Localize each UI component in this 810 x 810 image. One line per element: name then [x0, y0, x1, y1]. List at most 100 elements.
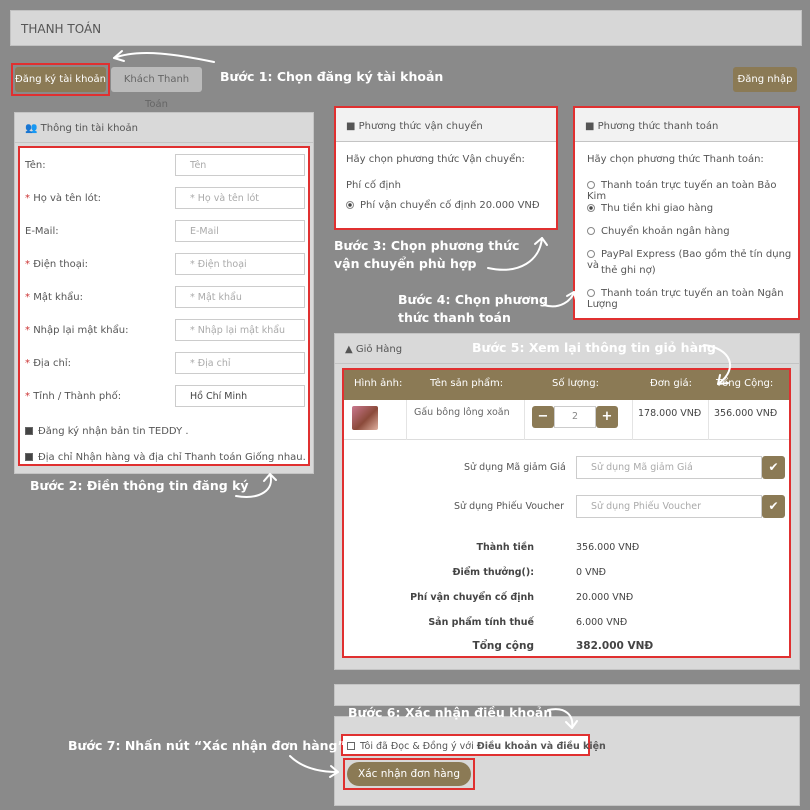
- field-input[interactable]: * Địa chỉ: [175, 352, 305, 374]
- col-total: Tổng Cộng:: [716, 378, 774, 389]
- annotation-step2: Bước 2: Điền thông tin đăng ký: [30, 478, 249, 493]
- coupon-apply-check-icon[interactable]: ✔: [762, 456, 785, 479]
- col-price: Đơn giá:: [650, 378, 693, 389]
- qty-input[interactable]: 2: [554, 406, 596, 428]
- required-marker: *: [25, 325, 34, 336]
- annotation-step4-line1: Bước 4: Chọn phương: [398, 292, 548, 307]
- cart-icon: ▲: [345, 344, 353, 355]
- product-name[interactable]: Gấu bông lông xoăn: [414, 407, 510, 418]
- table-row: Gấu bông lông xoăn − 2 + 178.000 VNĐ 356…: [344, 400, 789, 440]
- field-input[interactable]: * Nhập lại mật khẩu: [175, 319, 305, 341]
- tab-register[interactable]: Đăng ký tài khoản: [15, 67, 106, 92]
- summary-value: 0 VNĐ: [576, 567, 607, 578]
- field-label-text: Nhập lại mật khẩu:: [33, 325, 129, 336]
- coupon-label: Sử dụng Mã giảm Giá: [464, 462, 566, 473]
- field-input[interactable]: E-Mail: [175, 220, 305, 242]
- newsletter-label: Đăng ký nhận bản tin TEDDY .: [38, 426, 189, 437]
- arrowhead-step2: [263, 473, 277, 482]
- shipping-panel: ■ Phương thức vận chuyển Hãy chọn phương…: [334, 106, 558, 230]
- col-name: Tên sản phẩm:: [430, 378, 504, 389]
- field-label: * Nhập lại mật khẩu:: [25, 325, 128, 336]
- arrowhead-step1: [113, 50, 125, 62]
- voucher-input[interactable]: Sử dụng Phiếu Voucher: [576, 495, 762, 518]
- cart-content: Hình ảnh: Tên sản phẩm: Số lượng: Đơn gi…: [342, 368, 791, 658]
- payment-radio[interactable]: [587, 250, 595, 258]
- grand-total-label: Tổng cộng: [472, 640, 534, 652]
- field-label-text: Tên:: [25, 160, 46, 171]
- terms-row[interactable]: Tôi đã Đọc & Đồng ý với Điều khoản và đi…: [341, 734, 606, 756]
- field-label-text: Họ và tên lót:: [33, 193, 102, 204]
- payment-radio[interactable]: [587, 204, 595, 212]
- field-input[interactable]: * Mật khẩu: [175, 286, 305, 308]
- terms-checkbox[interactable]: [347, 742, 355, 750]
- required-marker: *: [25, 391, 34, 402]
- product-price: 178.000 VNĐ: [638, 408, 702, 419]
- shipping-option-fixed[interactable]: Phí vận chuyển cố định 20.000 VNĐ: [346, 200, 540, 211]
- users-icon: 👥: [25, 123, 38, 134]
- arrowhead-step3: [534, 237, 548, 246]
- annotation-step4-line2: thức thanh toán: [398, 310, 511, 325]
- qty-decrease-button[interactable]: −: [532, 406, 554, 428]
- payment-option-label: Thu tiền khi giao hàng: [601, 203, 714, 214]
- summary-label: Điểm thưởng():: [452, 567, 534, 578]
- shipping-panel-title: Phương thức vận chuyển: [358, 121, 483, 132]
- payment-option[interactable]: Thanh toán trực tuyến an toàn Ngân Lượng: [587, 288, 798, 310]
- confirm-order-button[interactable]: Xác nhận đơn hàng: [347, 762, 471, 786]
- summary-value: 20.000 VNĐ: [576, 592, 634, 603]
- coupon-input[interactable]: Sử dụng Mã giảm Giá: [576, 456, 762, 479]
- payment-option[interactable]: Chuyển khoản ngân hàng: [587, 226, 730, 237]
- summary-value: 356.000 VNĐ: [576, 542, 640, 553]
- grand-total-value: 382.000 VNĐ: [576, 640, 654, 652]
- field-input[interactable]: Hồ Chí Minh: [175, 385, 305, 407]
- required-marker: *: [25, 193, 34, 204]
- required-marker: *: [25, 358, 34, 369]
- cell-divider: [524, 400, 525, 440]
- qty-increase-button[interactable]: +: [596, 406, 618, 428]
- field-label: * Họ và tên lót:: [25, 193, 101, 204]
- same-address-checkbox-row[interactable]: Địa chỉ Nhận hàng và địa chỉ Thanh toán …: [25, 452, 306, 463]
- summary-value: 6.000 VNĐ: [576, 617, 628, 628]
- voucher-apply-check-icon[interactable]: ✔: [762, 495, 785, 518]
- field-input[interactable]: * Điện thoại: [175, 253, 305, 275]
- tab-guest-checkout[interactable]: Khách Thanh Toán: [111, 67, 202, 110]
- cart-panel-title: Giỏ Hàng: [355, 344, 403, 355]
- field-label-text: E-Mail:: [25, 226, 59, 237]
- account-panel-header: 👥 Thông tin tài khoản: [15, 113, 313, 143]
- annotation-step3-line2: vận chuyển phù hợp: [334, 256, 477, 271]
- field-input[interactable]: * Họ và tên lót: [175, 187, 305, 209]
- newsletter-checkbox-row[interactable]: Đăng ký nhận bản tin TEDDY .: [25, 426, 189, 437]
- arrow-step1: [113, 52, 215, 63]
- payment-panel-header: ■ Phương thức thanh toán: [575, 108, 798, 142]
- cell-divider: [708, 400, 709, 440]
- payment-option[interactable]: Thu tiền khi giao hàng: [587, 203, 713, 214]
- login-button[interactable]: Đăng nhập: [733, 67, 797, 92]
- payment-panel-title: Phương thức thanh toán: [597, 121, 719, 132]
- product-thumbnail[interactable]: [352, 406, 378, 430]
- field-label: Tên:: [25, 160, 46, 171]
- newsletter-checkbox[interactable]: [25, 427, 33, 435]
- same-address-checkbox[interactable]: [25, 453, 33, 461]
- payment-option-label: Thanh toán trực tuyến an toàn Ngân Lượng: [587, 288, 784, 310]
- payment-prompt: Hãy chọn phương thức Thanh toán:: [587, 154, 764, 165]
- payment-radio[interactable]: [587, 181, 595, 189]
- empty-panel: [334, 684, 800, 706]
- payment-radio[interactable]: [587, 227, 595, 235]
- field-label: * Tỉnh / Thành phố:: [25, 391, 121, 402]
- shipping-group-label: Phí cố định: [346, 180, 401, 191]
- payment-option-label: Thanh toán trực tuyến an toàn Bảo Kim: [587, 180, 777, 202]
- terms-link[interactable]: Điều khoản và điều kiện: [477, 741, 606, 752]
- card-icon: ■: [585, 121, 595, 132]
- terms-text-row: Tôi đã Đọc & Đồng ý với Điều khoản và đi…: [347, 741, 606, 752]
- field-input[interactable]: Tên: [175, 154, 305, 176]
- payment-option[interactable]: Thanh toán trực tuyến an toàn Bảo Kim: [587, 180, 798, 202]
- payment-radio[interactable]: [587, 289, 595, 297]
- payment-panel: ■ Phương thức thanh toán Hãy chọn phương…: [573, 106, 800, 320]
- shipping-radio[interactable]: [346, 201, 354, 209]
- field-label-text: Điện thoại:: [33, 259, 89, 270]
- annotation-step1: Bước 1: Chọn đăng ký tài khoản: [220, 69, 444, 84]
- account-form: Tên: Tên * Họ và tên lót: * Họ và tên lót E-…: [18, 146, 310, 466]
- required-marker: *: [25, 292, 34, 303]
- terms-text: Tôi đã Đọc & Đồng ý với: [360, 741, 477, 752]
- annotation-step7: Bước 7: Nhấn nút “Xác nhận đơn hàng”: [68, 738, 346, 753]
- required-marker: *: [25, 259, 34, 270]
